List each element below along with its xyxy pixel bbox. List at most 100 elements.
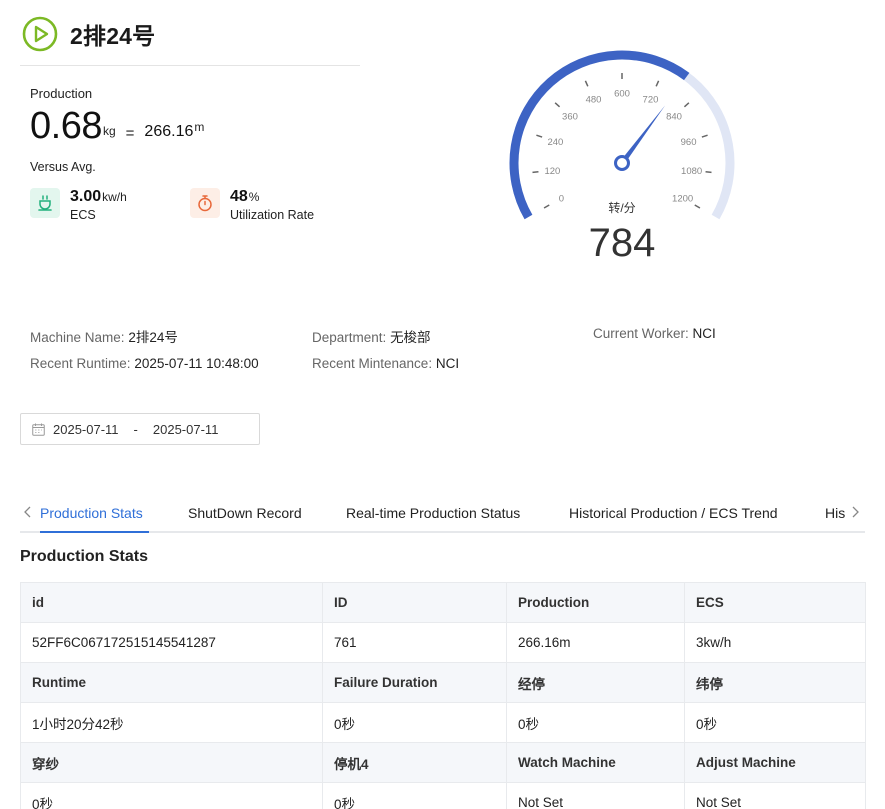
table-header-cell: ID — [322, 582, 507, 623]
gauge-tick-label: 600 — [614, 89, 630, 100]
active-tab-indicator — [40, 531, 149, 533]
table-header-cell: Runtime — [20, 662, 323, 703]
utilization-unit: % — [248, 190, 260, 204]
versus-avg-label: Versus Avg. — [30, 160, 96, 174]
info-recent-maintenance: Recent Mintenance: NCI — [312, 356, 460, 371]
table-cell: Not Set — [684, 782, 866, 809]
date-range-picker[interactable]: 2025-07-11 - 2025-07-11 — [20, 413, 260, 445]
production-label: Production — [30, 86, 93, 101]
table-header-cell: 经停 — [506, 662, 685, 703]
date-start[interactable]: 2025-07-11 — [53, 422, 119, 437]
ecs-label: ECS — [70, 208, 96, 222]
table-cell: 761 — [322, 622, 507, 663]
gauge-tick — [705, 171, 712, 174]
table-header-row: id ID Production ECS — [20, 582, 866, 623]
table-cell: 0秒 — [506, 702, 685, 743]
table-header-cell: Watch Machine — [506, 742, 685, 783]
table-header-cell: id — [20, 582, 323, 623]
table-header-row: 穿纱 停机4 Watch Machine Adjust Machine — [20, 742, 866, 783]
production-stats-table: id ID Production ECS 52FF6C06717251514554128… — [20, 582, 866, 809]
tab-production-stats[interactable]: Production Stats — [40, 505, 143, 521]
table-row: 52FF6C067172515145541287 761 266.16m 3kw/h — [20, 622, 866, 663]
tab-shutdown-record[interactable]: ShutDown Record — [188, 505, 302, 521]
stopwatch-icon — [190, 188, 220, 218]
table-cell: 0秒 — [684, 702, 866, 743]
utilization-label: Utilization Rate — [230, 208, 315, 222]
cup-icon — [30, 188, 60, 218]
gauge-needle — [619, 105, 666, 165]
gauge-tick — [584, 80, 589, 87]
gauge-tick-label: 360 — [562, 112, 578, 123]
table-row: 1小时20分42秒 0秒 0秒 0秒 — [20, 702, 866, 743]
tab-history[interactable]: His — [825, 505, 845, 521]
equals-sign: = — [125, 125, 135, 142]
table-header-row: Runtime Failure Duration 经停 纬停 — [20, 662, 866, 703]
ecs-value: 3.00 — [70, 188, 102, 205]
chevron-right-icon[interactable] — [849, 505, 861, 519]
gauge-tick — [543, 204, 550, 209]
gauge-tick-labels: 0 120 240 360 480 600 720 840 960 1080 1200 — [544, 89, 702, 205]
gauge-tick-label: 1200 — [672, 194, 693, 205]
table-cell: 1小时20分42秒 — [20, 702, 323, 743]
production-weight-unit: kg — [102, 124, 116, 138]
calendar-icon — [32, 423, 45, 436]
play-circle-icon — [22, 16, 58, 52]
header-divider — [20, 65, 360, 66]
gauge-tick-label: 840 — [666, 112, 682, 123]
date-separator: - — [133, 421, 138, 437]
gauge-tick — [532, 171, 539, 174]
table-cell: 266.16m — [506, 622, 685, 663]
info-machine-name: Machine Name: 2排24号 — [30, 330, 178, 345]
table-cell: 0秒 — [322, 782, 507, 809]
gauge-unit-label: 转/分 — [608, 200, 635, 215]
page-title: 2排24号 — [70, 23, 156, 49]
gauge-tick-label: 0 — [559, 194, 564, 205]
gauge-tick-label: 960 — [681, 137, 697, 148]
info-department: Department: 无梭部 — [312, 330, 431, 345]
gauge-tick-label: 720 — [643, 95, 659, 106]
table-cell: Not Set — [506, 782, 685, 809]
production-weight: 0.68 — [30, 105, 102, 147]
gauge-tick — [694, 204, 701, 209]
gauge-tick — [683, 102, 690, 108]
table-cell: 52FF6C067172515145541287 — [20, 622, 323, 663]
gauge-tick — [655, 80, 660, 87]
gauge-tick — [554, 102, 561, 108]
utilization-value: 48 — [230, 188, 248, 205]
gauge-tick-label: 240 — [547, 137, 563, 148]
table-header-cell: 纬停 — [684, 662, 866, 703]
table-cell: 3kw/h — [684, 622, 866, 663]
tab-historical-trend[interactable]: Historical Production / ECS Trend — [569, 505, 778, 521]
date-end[interactable]: 2025-07-11 — [153, 422, 219, 437]
gauge-tick-label: 480 — [586, 95, 602, 106]
gauge-tick — [536, 134, 543, 138]
table-cell: 0秒 — [322, 702, 507, 743]
tab-realtime-status[interactable]: Real-time Production Status — [346, 505, 520, 521]
table-header-cell: Adjust Machine — [684, 742, 866, 783]
production-values: 0.68 kg = 266.16 m — [30, 104, 204, 148]
gauge-hub — [614, 155, 630, 171]
section-title: Production Stats — [20, 548, 149, 565]
gauge-tick-label: 1080 — [681, 166, 702, 177]
ecs-unit: kw/h — [102, 190, 127, 204]
table-header-cell: 穿纱 — [20, 742, 323, 783]
table-header-cell: Failure Duration — [322, 662, 507, 703]
table-header-cell: Production — [506, 582, 685, 623]
table-header-cell: 停机4 — [322, 742, 507, 783]
utilization-metric: 48% Utilization Rate — [190, 188, 314, 222]
gauge-tick-label: 120 — [544, 166, 560, 177]
production-length: 266.16 — [144, 123, 194, 140]
info-current-worker: Current Worker: NCI — [593, 326, 716, 341]
ecs-metric: 3.00kw/h ECS — [30, 188, 127, 222]
page-header: 2排24号 — [22, 16, 155, 52]
speed-gauge: 0 120 240 360 480 600 720 840 960 1080 1200 转/分 78… — [509, 50, 735, 265]
table-cell: 0秒 — [20, 782, 323, 809]
table-row: 0秒 0秒 Not Set Not Set — [20, 782, 866, 809]
chevron-left-icon[interactable] — [22, 505, 34, 519]
tab-bar: Production Stats ShutDown Record Real-ti… — [20, 493, 865, 533]
production-length-unit: m — [194, 120, 205, 134]
table-header-cell: ECS — [684, 582, 866, 623]
gauge-track — [509, 50, 735, 220]
gauge-tick — [701, 134, 708, 138]
gauge-value: 784 — [589, 221, 656, 265]
